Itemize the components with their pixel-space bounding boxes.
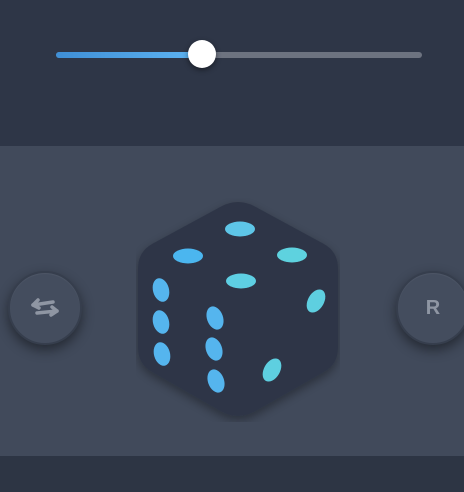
- roll-button[interactable]: R: [396, 271, 464, 345]
- slider-fill: [56, 52, 203, 58]
- dice-icon[interactable]: [136, 198, 340, 422]
- top-section: [0, 0, 464, 146]
- roll-button-label: R: [425, 296, 441, 319]
- slider-track[interactable]: [56, 52, 422, 58]
- value-slider[interactable]: [56, 38, 422, 72]
- slider-thumb[interactable]: [188, 40, 217, 68]
- bottom-section: [0, 456, 464, 492]
- swap-arrows-icon: [25, 296, 65, 320]
- swap-button[interactable]: [8, 271, 82, 345]
